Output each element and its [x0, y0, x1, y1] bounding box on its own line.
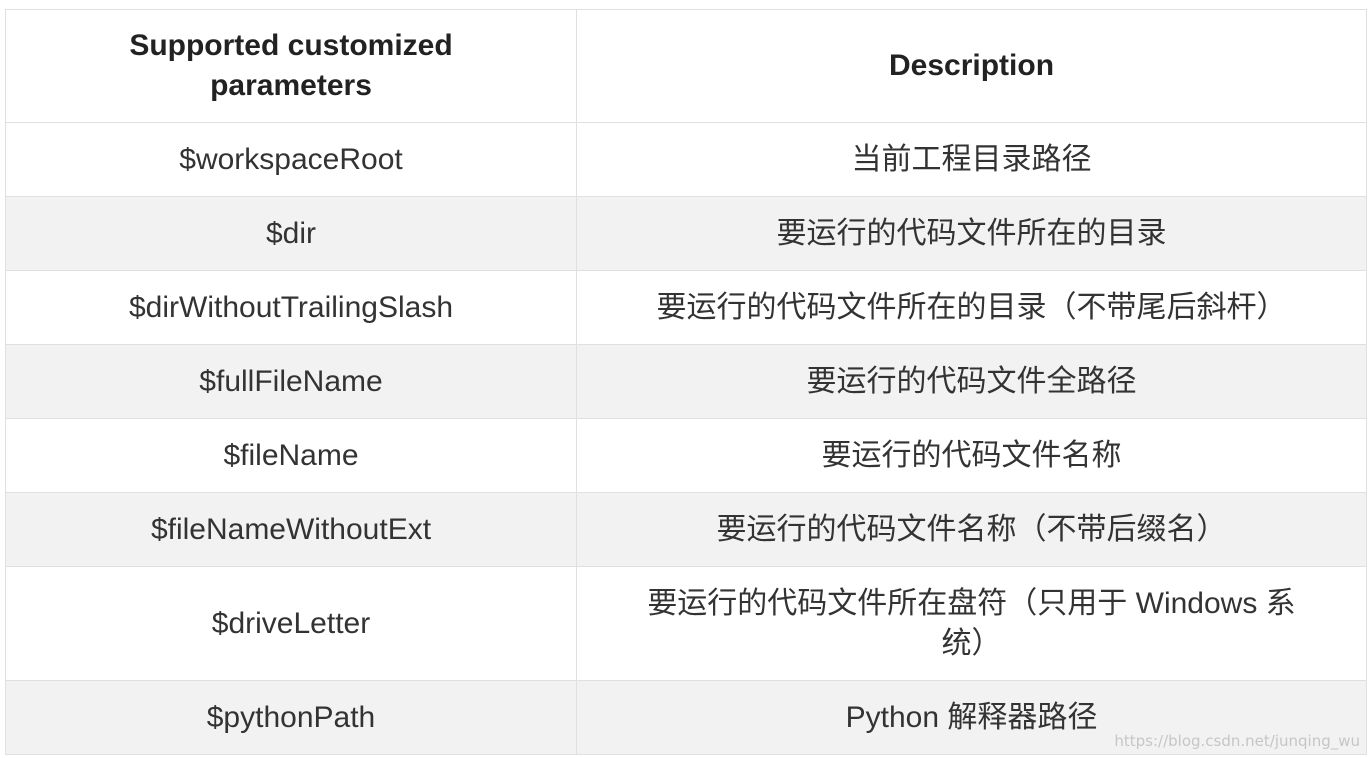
column-header-description: Description — [576, 9, 1367, 123]
table-row: $workspaceRoot 当前工程目录路径 — [5, 122, 1367, 197]
column-header-parameters: Supported customized parameters — [5, 9, 577, 123]
table-row: $fullFileName 要运行的代码文件全路径 — [5, 344, 1367, 419]
description-cell: 要运行的代码文件所在的目录 — [576, 196, 1367, 271]
param-cell: $dirWithoutTrailingSlash — [5, 270, 577, 345]
description-cell: 要运行的代码文件所在的目录（不带尾后斜杆） — [576, 270, 1367, 345]
watermark: https://blog.csdn.net/junqing_wu — [1114, 732, 1360, 750]
table-row: $dirWithoutTrailingSlash 要运行的代码文件所在的目录（不… — [5, 270, 1367, 345]
table-row: $fileName 要运行的代码文件名称 — [5, 418, 1367, 493]
description-cell: 当前工程目录路径 — [576, 122, 1367, 197]
param-cell: $pythonPath — [5, 680, 577, 755]
param-cell: $driveLetter — [5, 566, 577, 681]
param-cell: $fullFileName — [5, 344, 577, 419]
table-row: $fileNameWithoutExt 要运行的代码文件名称（不带后缀名） — [5, 492, 1367, 567]
parameters-table: Supported customized parameters Descript… — [5, 9, 1367, 755]
description-cell: 要运行的代码文件所在盘符（只用于 Windows 系统） — [576, 566, 1367, 681]
param-cell: $fileNameWithoutExt — [5, 492, 577, 567]
description-cell: 要运行的代码文件全路径 — [576, 344, 1367, 419]
description-cell: 要运行的代码文件名称（不带后缀名） — [576, 492, 1367, 567]
param-cell: $dir — [5, 196, 577, 271]
table-row: $dir 要运行的代码文件所在的目录 — [5, 196, 1367, 271]
param-cell: $fileName — [5, 418, 577, 493]
param-cell: $workspaceRoot — [5, 122, 577, 197]
description-cell: 要运行的代码文件名称 — [576, 418, 1367, 493]
table-row: $driveLetter 要运行的代码文件所在盘符（只用于 Windows 系统… — [5, 566, 1367, 681]
table-header-row: Supported customized parameters Descript… — [5, 9, 1367, 123]
